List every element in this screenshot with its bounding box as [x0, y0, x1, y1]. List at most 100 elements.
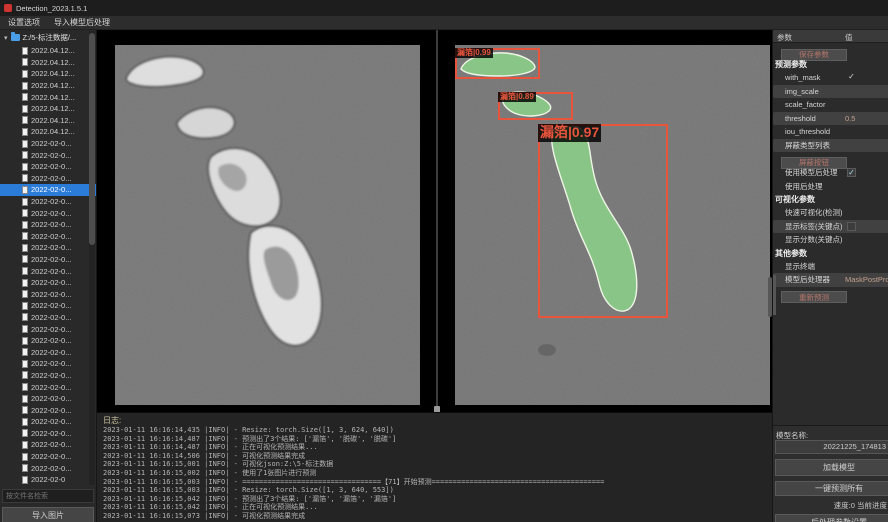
tree-item[interactable]: 2022-02-0...: [0, 265, 97, 277]
file-icon: [22, 429, 28, 437]
file-icon: [22, 198, 28, 206]
tree-scrollbar-thumb[interactable]: [89, 33, 95, 245]
tree-item[interactable]: 2022-02-0...: [0, 207, 97, 219]
file-icon: [22, 360, 28, 368]
param-value: MaskPostPro: [845, 273, 888, 287]
tree-item[interactable]: 2022.04.12...: [0, 126, 97, 138]
param-row[interactable]: threshold0.5: [773, 112, 888, 126]
file-icon: [22, 116, 28, 124]
tree-item[interactable]: 2022-02-0...: [0, 242, 97, 254]
tree-item[interactable]: 2022-02-0...: [0, 358, 97, 370]
tree-item[interactable]: 2022-02-0...: [0, 254, 97, 266]
tree-item[interactable]: 2022-02-0...: [0, 231, 97, 243]
speed-progress-text: 速度:0 当前进度: [773, 500, 887, 511]
tree-item[interactable]: 2022.04.12...: [0, 68, 97, 80]
tree-item[interactable]: 2022.04.12...: [0, 115, 97, 127]
param-row[interactable]: 显示分数(关键点): [773, 233, 888, 247]
log-line: 2023-01-11 16:16:14,487 |INFO| - 预测出了3个结…: [103, 435, 768, 444]
tree-item[interactable]: 2022-02-0...: [0, 393, 97, 405]
file-icon: [22, 128, 28, 136]
tree-item[interactable]: 2022-02-0: [0, 474, 97, 486]
menu-item-settings[interactable]: 设置选项: [8, 17, 40, 28]
search-input[interactable]: [2, 489, 94, 503]
menu-item-import-postprocess[interactable]: 导入模型后处理: [54, 17, 110, 28]
tree-item[interactable]: 2022-02-0...: [0, 346, 97, 358]
load-model-button[interactable]: 加载模型: [775, 459, 888, 476]
panel-divider[interactable]: [436, 30, 438, 412]
header-param: 参数: [777, 32, 792, 43]
param-row[interactable]: img_scale: [773, 85, 888, 99]
param-row[interactable]: 显示终端: [773, 260, 888, 274]
tree-item[interactable]: 2022-02-0...: [0, 312, 97, 324]
chevron-down-icon[interactable]: ▾: [4, 34, 8, 42]
tree-item[interactable]: 2022-02-0...: [0, 138, 97, 150]
param-value: 0.5: [845, 112, 855, 126]
tree-item[interactable]: 2022-02-0...: [0, 439, 97, 451]
tree-root-label: Z:/5-标注数据/...: [23, 32, 77, 43]
log-line: 2023-01-11 16:16:15,003 |INFO| - Resize:…: [103, 486, 768, 495]
param-button[interactable]: 重新预测: [781, 291, 847, 303]
param-row[interactable]: 使用后处理: [773, 180, 888, 194]
file-icon: [22, 186, 28, 194]
file-icon: [22, 348, 28, 356]
window-title: Detection_2023.1.5.1: [16, 4, 87, 13]
tree-item-label: 2022-02-0...: [31, 278, 71, 287]
tree-item[interactable]: 2022.04.12...: [0, 80, 97, 92]
tree-item-label: 2022-02-0...: [31, 452, 71, 461]
model-name-field[interactable]: 20221225_174813: [775, 440, 888, 454]
right-image-canvas[interactable]: 漏箔|0.99漏箔|0.89漏箔|0.97: [455, 45, 770, 405]
param-row[interactable]: scale_factor: [773, 98, 888, 112]
tree-item[interactable]: 2022.04.12...: [0, 57, 97, 69]
file-icon: [22, 93, 28, 101]
tree-item[interactable]: 2022-02-0...: [0, 428, 97, 440]
postprocess-settings-button[interactable]: 后处理参数设置: [775, 514, 888, 522]
tree-root-node[interactable]: ▾ Z:/5-标注数据/...: [0, 30, 97, 45]
log-line: 2023-01-11 16:16:15,001 |INFO| - 可视化json…: [103, 460, 768, 469]
param-row[interactable]: 模型后处理器MaskPostPro: [773, 273, 888, 287]
param-row[interactable]: 屏蔽类型列表: [773, 139, 888, 153]
file-icon: [22, 47, 28, 55]
panel-scrollbar-thumb[interactable]: [773, 275, 776, 315]
file-icon: [22, 279, 28, 287]
tree-item[interactable]: 2022-02-0...: [0, 404, 97, 416]
tree-item[interactable]: 2022.04.12...: [0, 45, 97, 57]
tree-item[interactable]: 2022-02-0...: [0, 451, 97, 463]
tree-item-label: 2022-02-0...: [31, 464, 71, 473]
tree-item[interactable]: 2022-02-0...: [0, 149, 97, 161]
tree-item-label: 2022.04.12...: [31, 58, 75, 67]
tree-item[interactable]: 2022-02-0...: [0, 277, 97, 289]
tree-item[interactable]: 2022-02-0...: [0, 219, 97, 231]
param-row[interactable]: 使用模型后处理✓: [773, 166, 888, 180]
file-icon: [22, 163, 28, 171]
tree-item[interactable]: 2022-02-0...: [0, 184, 97, 196]
checkbox[interactable]: ✓: [847, 168, 856, 177]
param-row[interactable]: iou_threshold: [773, 125, 888, 139]
param-row[interactable]: 快速可视化(检测): [773, 206, 888, 220]
left-image-canvas[interactable]: [115, 45, 420, 405]
tree-item[interactable]: 2022-02-0...: [0, 370, 97, 382]
tree-item[interactable]: 2022-02-0...: [0, 416, 97, 428]
import-images-button[interactable]: 导入图片: [2, 507, 94, 522]
param-label: scale_factor: [785, 100, 825, 109]
file-icon: [22, 302, 28, 310]
tree-item[interactable]: 2022-02-0...: [0, 323, 97, 335]
tree-item[interactable]: 2022-02-0...: [0, 288, 97, 300]
param-row[interactable]: 显示标签(关键点): [773, 220, 888, 234]
tree-item[interactable]: 2022.04.12...: [0, 91, 97, 103]
tree-item[interactable]: 2022-02-0...: [0, 381, 97, 393]
param-label: 显示标签(关键点): [785, 222, 843, 231]
tree-item[interactable]: 2022-02-0...: [0, 335, 97, 347]
checkbox[interactable]: [847, 222, 856, 231]
tree-item[interactable]: 2022-02-0...: [0, 161, 97, 173]
tree-item[interactable]: 2022-02-0...: [0, 300, 97, 312]
tree-item[interactable]: 2022-02-0...: [0, 196, 97, 208]
param-row[interactable]: with_mask✓: [773, 71, 888, 85]
file-icon: [22, 105, 28, 113]
predict-all-button[interactable]: 一键预测所有: [775, 481, 888, 496]
log-console[interactable]: 日志: 2023-01-11 16:16:14,435 |INFO| - Res…: [97, 412, 772, 522]
tree-item[interactable]: 2022-02-0...: [0, 462, 97, 474]
tree-item[interactable]: 2022.04.12...: [0, 103, 97, 115]
file-icon: [22, 140, 28, 148]
tree-item[interactable]: 2022-02-0...: [0, 173, 97, 185]
param-button-row: 屏蔽按钮: [773, 152, 888, 166]
